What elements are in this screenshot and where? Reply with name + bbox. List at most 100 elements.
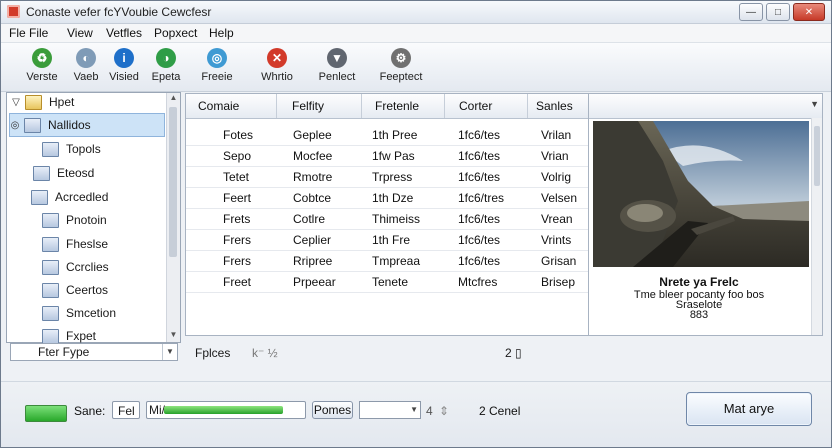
tree-item-label: Fheslse — [66, 237, 109, 251]
column-header[interactable]: Felfity — [292, 99, 324, 113]
document-icon — [33, 165, 50, 181]
globe-green-icon: ◑ — [156, 48, 176, 68]
tree-item-hpet[interactable]: ▽ Hpet — [11, 91, 165, 113]
column-header[interactable]: Fretenle — [375, 99, 419, 113]
info-icon: i — [114, 48, 134, 68]
tree-item-nallidos[interactable]: ◎ Nallidos — [9, 113, 165, 137]
arrow-icon: ⇕ — [439, 404, 450, 418]
table-row[interactable]: Feert Cobtce 1th Dze 1fc6/tres Velsen — [186, 187, 589, 209]
tree-item-ceertos[interactable]: Ceertos — [42, 279, 108, 301]
table-row[interactable]: Frets Cotlre Thimeiss 1fc6/tes Vrean — [186, 208, 589, 230]
menu-file[interactable]: Fle File — [9, 26, 48, 40]
table-row[interactable]: Sepo Mocfee 1fw Pas 1fc6/tes Vrian — [186, 145, 589, 167]
preview-caption-title: Nrete ya Frelc — [659, 275, 739, 289]
title-bar: Conaste vefer fcYVoubie Cewcfesr — □ ✕ — [1, 1, 831, 24]
folder-icon — [42, 259, 59, 275]
tree-item-topols[interactable]: Topols — [42, 138, 101, 160]
chevron-down-icon[interactable]: ▼ — [410, 405, 418, 414]
cenet-label[interactable]: 2 Cenel — [479, 404, 520, 418]
status-sort-indicator: k⁻ ½ — [252, 346, 278, 360]
expand-icon[interactable]: ▽ — [11, 97, 21, 108]
toolbar-button-epeta[interactable]: ◑ Epeta — [137, 46, 195, 83]
document-icon — [24, 117, 41, 133]
progress-fill — [164, 406, 284, 414]
tree-item-fheslse[interactable]: Fheslse — [42, 233, 108, 255]
tree-item-label: Fxpet — [66, 329, 97, 343]
table-row[interactable]: Freet Prpeear Tenete Mtcfres Brisep — [186, 271, 589, 293]
table-row[interactable]: Tetet Rmotre Trpress 1fc6/tes Volrig — [186, 166, 589, 188]
tree-item-label: Smcetion — [66, 306, 117, 320]
bottom-bar: Sane: Fel Mi/ Pomes ▼ 4 ⇕ 2 Cenel Mat ar… — [1, 381, 831, 447]
radio-icon[interactable]: ◎ — [10, 120, 20, 131]
progress-label: Mi/ — [149, 403, 165, 417]
tree-item-label: Eteosd — [57, 166, 95, 180]
toolbar-button-whrtio[interactable]: ✕ Whrtio — [248, 46, 306, 83]
tree-item-acrcedled[interactable]: Acrcedled — [31, 186, 108, 208]
document-icon — [42, 305, 59, 321]
preview-panel: ▼ Nrete ya Frelc Tme bleer pocanty foo b… — [588, 93, 823, 336]
document-icon — [42, 212, 59, 228]
document-icon — [42, 236, 59, 252]
globe-icon: ◐ — [76, 48, 96, 68]
feel-field[interactable]: Fel — [112, 401, 140, 419]
toolbar-button-feeptect[interactable]: ⚙ Feeptect — [372, 46, 430, 83]
close-icon[interactable]: ✕ — [793, 3, 825, 21]
page-count: 4 — [426, 404, 433, 418]
toolbar-button-freeie[interactable]: ◎ Freeie — [188, 46, 246, 83]
app-icon — [7, 5, 20, 18]
menu-vetfles[interactable]: Vetfles — [106, 26, 142, 40]
tree-item-label: Hpet — [49, 95, 75, 109]
primary-action-button[interactable]: Mat arye — [686, 392, 812, 426]
sidebar-scrollbar[interactable]: ▲ ▼ — [166, 93, 180, 342]
folder-icon — [25, 94, 42, 110]
status-count: 2 ▯ — [505, 346, 522, 360]
tree-item-label: Pnotoin — [66, 213, 107, 227]
column-header[interactable]: Comaie — [198, 99, 239, 113]
preview-scrollbar[interactable] — [811, 118, 822, 335]
status-indicator — [25, 405, 67, 422]
tree-item-label: Ceertos — [66, 283, 109, 297]
scroll-down-icon[interactable]: ▼ — [167, 330, 180, 342]
app-window: Conaste vefer fcYVoubie Cewcfesr — □ ✕ F… — [0, 0, 832, 448]
stop-icon: ✕ — [267, 48, 287, 68]
table-row[interactable]: Fotes Geplee 1th Pree 1fc6/tes Vrilan — [186, 124, 589, 146]
folder-icon — [31, 189, 48, 205]
table-row[interactable]: Frers Rripree Tmpreaa 1fc6/tes Grisan — [186, 250, 589, 272]
menu-project[interactable]: Popxect — [154, 26, 197, 40]
recycle-icon: ♻ — [32, 48, 52, 68]
menu-help[interactable]: Help — [209, 26, 234, 40]
progress-bar: Mi/ — [146, 401, 306, 419]
settings-icon: ⚙ — [391, 48, 411, 68]
table-row[interactable]: Frers Ceplier 1th Fre 1fc6/tes Vrints — [186, 229, 589, 251]
status-line: Fplces k⁻ ½ 2 ▯ — [185, 343, 585, 361]
grid-header: Comaie Felfity Fretenle Corter Sanles — [186, 94, 589, 119]
folder-tree[interactable]: ▽ Hpet ◎ Nallidos Topols Eteosd Acrcedle… — [6, 91, 181, 344]
chevron-down-icon[interactable]: ▼ — [810, 99, 819, 109]
tree-item-smcetion[interactable]: Smcetion — [42, 302, 116, 324]
sane-label: Sane: — [74, 404, 106, 418]
selection-combo[interactable]: ▼ — [359, 401, 421, 419]
tree-item-pnotoin[interactable]: Pnotoin — [42, 209, 107, 231]
preview-image — [593, 121, 809, 267]
status-files-label: Fplces — [195, 346, 231, 360]
minimize-icon[interactable]: — — [739, 3, 763, 21]
preview-header: ▼ — [589, 94, 822, 119]
menu-view[interactable]: View — [67, 26, 93, 40]
tree-item-eteosd[interactable]: Eteosd — [33, 162, 94, 184]
maximize-icon[interactable]: □ — [766, 3, 790, 21]
window-title: Conaste vefer fcYVoubie Cewcfesr — [26, 5, 212, 19]
scroll-up-icon[interactable]: ▲ — [167, 93, 180, 105]
menu-bar: Fle File View Vetfles Popxect Help — [1, 24, 831, 43]
file-type-select[interactable]: Fter Fype ▼ — [10, 343, 178, 361]
chevron-down-icon[interactable]: ▼ — [162, 344, 177, 360]
scroll-thumb[interactable] — [169, 107, 177, 257]
pomes-button[interactable]: Pomes — [312, 401, 353, 419]
column-header[interactable]: Corter — [459, 99, 492, 113]
toolbar-button-penlect[interactable]: ▼ Penlect — [308, 46, 366, 83]
document-icon — [42, 282, 59, 298]
document-icon — [42, 141, 59, 157]
scroll-thumb[interactable] — [814, 126, 820, 186]
data-grid[interactable]: Comaie Felfity Fretenle Corter Sanles Fo… — [185, 93, 590, 336]
column-header[interactable]: Sanles — [536, 99, 573, 113]
tree-item-ccrclies[interactable]: Ccrclies — [42, 256, 109, 278]
